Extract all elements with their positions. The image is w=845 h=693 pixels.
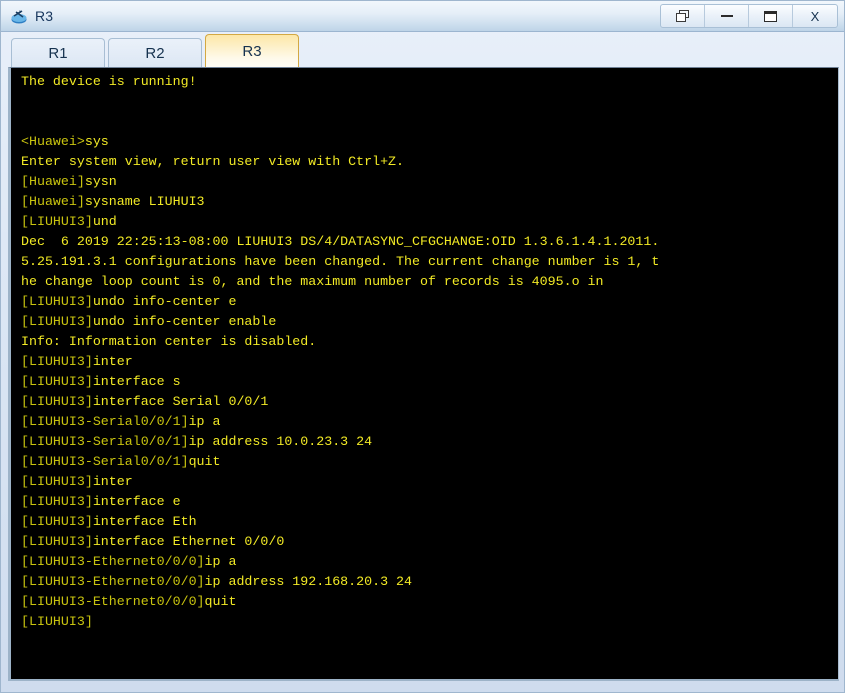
terminal-line: [LIUHUI3-Ethernet0/0/0]quit [21,592,838,612]
terminal-command: sys [84,134,109,149]
terminal-command: interface Eth [92,514,197,529]
terminal-output-text: Dec 6 2019 22:25:13-08:00 LIUHUI3 DS/4/D… [21,234,660,249]
terminal-line: [Huawei]sysname LIUHUI3 [21,192,838,212]
terminal-prompt: [LIUHUI3-Serial0/0/1] [21,414,189,429]
tab-r3[interactable]: R3 [205,34,299,68]
terminal-prompt: [LIUHUI3] [21,294,93,309]
terminal-line: Dec 6 2019 22:25:13-08:00 LIUHUI3 DS/4/D… [21,232,838,252]
terminal-prompt: [LIUHUI3] [21,314,93,329]
terminal-command: quit [204,594,237,609]
terminal-prompt: [Huawei] [21,194,85,209]
window-title: R3 [35,8,54,24]
terminal-line: [LIUHUI3-Serial0/0/1]quit [21,452,838,472]
terminal-output-text: he change loop count is 0, and the maxim… [21,274,604,289]
terminal-line: <Huawei>sys [21,132,838,152]
minimize-icon [720,15,733,17]
terminal-command: ip address 192.168.20.3 24 [204,574,412,589]
terminal-output-text: Info: Information center is disabled. [21,334,317,349]
terminal-command: interface Ethernet 0/0/0 [92,534,285,549]
terminal-prompt: <Huawei> [21,134,85,149]
terminal-panel[interactable]: The device is running! <Huawei>sys Enter s… [8,67,839,681]
terminal-prompt: [LIUHUI3] [21,394,93,409]
terminal-prompt: [LIUHUI3-Ethernet0/0/0] [21,574,205,589]
terminal-command: sysname LIUHUI3 [84,194,205,209]
terminal-prompt: [LIUHUI3] [21,534,93,549]
terminal-command: undo info-center e [92,294,237,309]
terminal-prompt: [Huawei] [21,174,85,189]
terminal-line: [LIUHUI3]interface s [21,372,838,392]
terminal-line: [LIUHUI3-Ethernet0/0/0]ip a [21,552,838,572]
terminal-line: [LIUHUI3]interface Ethernet 0/0/0 [21,532,838,552]
tab-r1[interactable]: R1 [11,38,105,68]
terminal-prompt: [LIUHUI3-Ethernet0/0/0] [21,594,205,609]
terminal-line: [LIUHUI3]inter [21,472,838,492]
terminal-prompt: [LIUHUI3] [21,474,93,489]
terminal-command: interface Serial 0/0/1 [92,394,269,409]
minimize-button[interactable] [705,5,749,27]
terminal-command: inter [92,354,133,369]
terminal-line: [LIUHUI3]interface e [21,492,838,512]
restore-button[interactable] [661,5,705,27]
terminal-command: und [92,214,117,229]
terminal-output: The device is running! <Huawei>sys Enter s… [11,68,838,632]
terminal-line: [LIUHUI3-Serial0/0/1]ip a [21,412,838,432]
terminal-command: inter [92,474,133,489]
tab-strip: R1 R2 R3 [1,32,844,68]
terminal-line: Info: Information center is disabled. [21,332,838,352]
terminal-line: [LIUHUI3]interface Serial 0/0/1 [21,392,838,412]
router-icon [9,7,29,25]
terminal-output-text: Enter system view, return user view with… [21,154,405,169]
terminal-line: [LIUHUI3]inter [21,352,838,372]
terminal-prompt: [LIUHUI3] [21,494,93,509]
terminal-line: [LIUHUI3]undo info-center enable [21,312,838,332]
terminal-prompt: [LIUHUI3] [21,374,93,389]
terminal-command: ip a [188,414,221,429]
router-cli-window: R3 X R1 R2 R3 The device is running! <Huawe… [0,0,845,693]
terminal-command: ip a [204,554,237,569]
terminal-line: he change loop count is 0, and the maxim… [21,272,838,292]
terminal-prompt: [LIUHUI3] [21,354,93,369]
window-controls: X [660,4,838,28]
maximize-icon [764,10,777,22]
tab-label: R1 [48,45,68,62]
tab-label: R3 [242,43,262,60]
terminal-prompt: [LIUHUI3-Ethernet0/0/0] [21,554,205,569]
terminal-line: [LIUHUI3]interface Eth [21,512,838,532]
terminal-line: [LIUHUI3-Serial0/0/1]ip address 10.0.23.… [21,432,838,452]
terminal-command: interface s [92,374,181,389]
tab-label: R2 [145,45,165,62]
terminal-prompt: [LIUHUI3-Serial0/0/1] [21,454,189,469]
maximize-button[interactable] [749,5,793,27]
terminal-output-text: The device is running! [21,74,197,89]
terminal-line: [Huawei]sysn [21,172,838,192]
terminal-prompt: [LIUHUI3] [21,514,93,529]
terminal-line: Enter system view, return user view with… [21,152,838,172]
tab-r2[interactable]: R2 [108,38,202,68]
terminal-output-text: 5.25.191.3.1 configurations have been ch… [21,254,660,269]
restore-icon [675,10,690,22]
terminal-command: sysn [84,174,117,189]
terminal-command: undo info-center enable [92,314,277,329]
close-icon: X [810,8,820,24]
terminal-command: quit [188,454,221,469]
terminal-line: [LIUHUI3]und [21,212,838,232]
terminal-line: 5.25.191.3.1 configurations have been ch… [21,252,838,272]
title-bar: R3 X [1,1,844,32]
terminal-line: The device is running! [21,72,838,92]
terminal-command: ip address 10.0.23.3 24 [188,434,373,449]
terminal-command: interface e [92,494,181,509]
terminal-prompt: [LIUHUI3] [21,214,93,229]
terminal-line: [LIUHUI3-Ethernet0/0/0]ip address 192.16… [21,572,838,592]
terminal-prompt: [LIUHUI3-Serial0/0/1] [21,434,189,449]
terminal-prompt: [LIUHUI3] [21,614,93,629]
terminal-line: [LIUHUI3]undo info-center e [21,292,838,312]
terminal-line: [LIUHUI3] [21,612,838,632]
close-button[interactable]: X [793,5,837,27]
